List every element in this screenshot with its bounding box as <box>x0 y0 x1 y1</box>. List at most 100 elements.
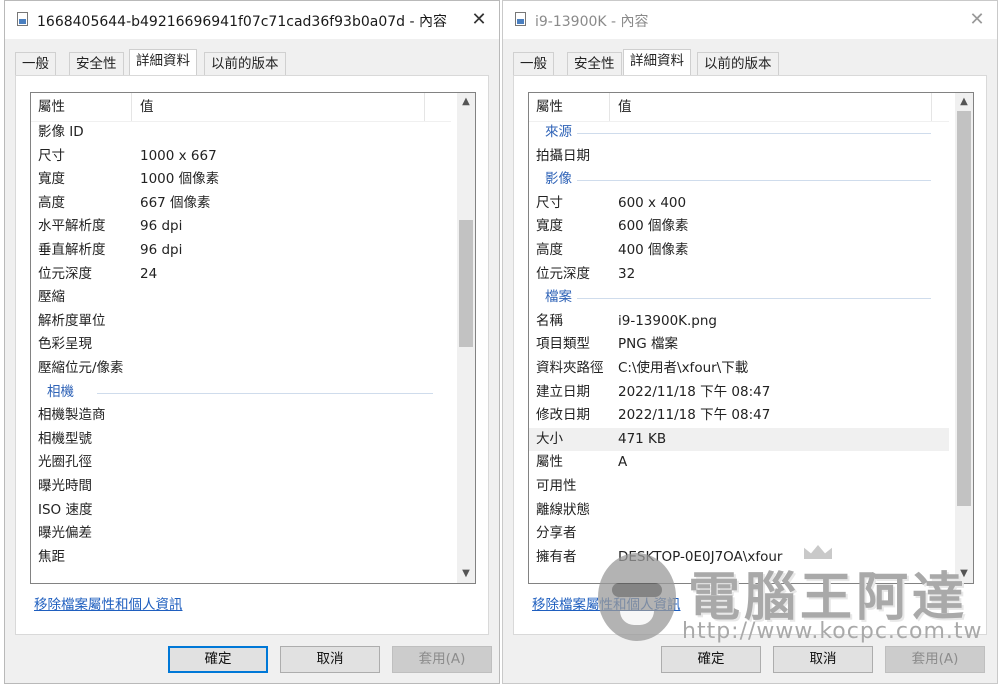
property-row[interactable]: 資料夾路徑 C:\使用者\xfour\下載 <box>529 357 949 381</box>
property-row[interactable]: 曝光時間 <box>31 475 451 499</box>
property-value: 1000 個像素 <box>140 171 220 188</box>
property-value: 600 個像素 <box>618 218 689 235</box>
property-rows: 來源拍攝日期影像 尺寸 600 x 400 寬度 600 個像素 高度 400 個像素 位元深… <box>529 121 949 569</box>
property-name: 拍攝日期 <box>536 147 590 164</box>
tab-previous-versions[interactable]: 以前的版本 <box>204 52 286 75</box>
details-panel: 屬性 值 影像 ID 尺寸 1000 x 667 寬度 1000 個像素 高度 667 個像… <box>15 75 489 635</box>
property-row[interactable]: 寬度 600 個像素 <box>529 215 949 239</box>
property-row[interactable]: 可用性 <box>529 475 949 499</box>
property-name: 分享者 <box>536 525 577 542</box>
header-property[interactable]: 屬性 <box>38 93 65 121</box>
scroll-down-icon[interactable]: ▼ <box>955 565 973 583</box>
vertical-scrollbar[interactable]: ▲ ▼ <box>955 93 973 583</box>
property-name: 高度 <box>38 194 65 211</box>
property-row[interactable]: 高度 667 個像素 <box>31 192 451 216</box>
property-row[interactable]: 相機製造商 <box>31 404 451 428</box>
property-row[interactable]: 大小 471 KB <box>529 427 949 452</box>
property-value: 2022/11/18 下午 08:47 <box>618 407 771 424</box>
property-row[interactable]: 垂直解析度 96 dpi <box>31 239 451 263</box>
property-row[interactable]: 名稱 i9-13900K.png <box>529 310 949 334</box>
remove-properties-link[interactable]: 移除檔案屬性和個人資訊 <box>532 593 681 613</box>
property-row[interactable]: 屬性 A <box>529 451 949 475</box>
property-row[interactable]: 拍攝日期 <box>529 145 949 169</box>
property-row[interactable]: 寬度 1000 個像素 <box>31 168 451 192</box>
cancel-button[interactable]: 取消 <box>280 646 380 673</box>
property-name: 相機製造商 <box>38 407 106 424</box>
properties-window-right: i9-13900K - 內容 ✕ 一般 安全性 詳細資料 以前的版本 屬性 值 … <box>502 0 998 684</box>
section-heading[interactable]: 檔案 <box>529 286 949 310</box>
property-name: 尺寸 <box>38 147 65 164</box>
property-row[interactable]: 焦距 <box>31 546 451 570</box>
property-row[interactable]: 建立日期 2022/11/18 下午 08:47 <box>529 381 949 405</box>
vertical-scrollbar[interactable]: ▲ ▼ <box>457 93 475 583</box>
property-name: ISO 速度 <box>38 501 93 518</box>
apply-button[interactable]: 套用(A) <box>392 646 492 673</box>
property-name: 相機型號 <box>38 430 92 447</box>
close-button[interactable]: ✕ <box>459 1 499 39</box>
column-divider[interactable] <box>609 93 610 121</box>
section-divider <box>97 392 433 394</box>
property-row[interactable]: 壓縮位元/像素 <box>31 357 451 381</box>
property-row[interactable]: 曝光偏差 <box>31 522 451 546</box>
property-row[interactable]: ISO 速度 <box>31 499 451 523</box>
header-value[interactable]: 值 <box>140 93 154 121</box>
section-heading[interactable]: 影像 <box>529 168 949 192</box>
title-bar[interactable]: i9-13900K - 內容 ✕ <box>503 1 997 39</box>
property-row[interactable]: 水平解析度 96 dpi <box>31 215 451 239</box>
property-name: 曝光偏差 <box>38 525 92 542</box>
tab-security[interactable]: 安全性 <box>567 52 622 75</box>
property-row[interactable]: 尺寸 600 x 400 <box>529 192 949 216</box>
property-value: 96 dpi <box>140 218 183 235</box>
details-panel: 屬性 值 來源拍攝日期影像 尺寸 600 x 400 寬度 600 個像素 高度 400 個… <box>513 75 987 635</box>
scroll-down-icon[interactable]: ▼ <box>457 565 475 583</box>
property-list[interactable]: 屬性 值 影像 ID 尺寸 1000 x 667 寬度 1000 個像素 高度 667 個像… <box>30 92 476 584</box>
tab-details[interactable]: 詳細資料 <box>129 49 197 76</box>
property-row[interactable]: 修改日期 2022/11/18 下午 08:47 <box>529 404 949 428</box>
scrollbar-thumb[interactable] <box>957 111 971 506</box>
property-row[interactable]: 高度 400 個像素 <box>529 239 949 263</box>
apply-button[interactable]: 套用(A) <box>885 646 985 673</box>
close-button[interactable]: ✕ <box>957 1 997 39</box>
scrollbar-thumb[interactable] <box>459 219 473 348</box>
title-bar[interactable]: 1668405644-b49216696941f07c71cad36f93b0a… <box>5 1 499 39</box>
section-heading[interactable]: 來源 <box>529 121 949 145</box>
property-value: 96 dpi <box>140 241 183 258</box>
property-row[interactable]: 離線狀態 <box>529 499 949 523</box>
column-divider[interactable] <box>424 93 425 121</box>
property-row[interactable]: 項目類型 PNG 檔案 <box>529 333 949 357</box>
property-row[interactable]: 尺寸 1000 x 667 <box>31 145 451 169</box>
property-row[interactable]: 擁有者 DESKTOP-0E0J7OA\xfour <box>529 546 949 570</box>
property-row[interactable]: 相機型號 <box>31 428 451 452</box>
property-row[interactable]: 光圈孔徑 <box>31 451 451 475</box>
property-row[interactable]: 解析度單位 <box>31 310 451 334</box>
property-name: 尺寸 <box>536 194 563 211</box>
property-name: 修改日期 <box>536 407 590 424</box>
scroll-up-icon[interactable]: ▲ <box>457 93 475 111</box>
property-value: 1000 x 667 <box>140 147 217 164</box>
property-row[interactable]: 分享者 <box>529 522 949 546</box>
property-row[interactable]: 影像 ID <box>31 121 451 145</box>
header-property[interactable]: 屬性 <box>536 93 563 121</box>
property-row[interactable]: 壓縮 <box>31 286 451 310</box>
property-row[interactable]: 位元深度 24 <box>31 263 451 287</box>
scroll-up-icon[interactable]: ▲ <box>955 93 973 111</box>
property-name: 高度 <box>536 241 563 258</box>
ok-button[interactable]: 確定 <box>168 646 268 673</box>
header-value[interactable]: 值 <box>618 93 632 121</box>
tab-previous-versions[interactable]: 以前的版本 <box>697 52 779 75</box>
column-divider[interactable] <box>131 93 132 121</box>
column-divider[interactable] <box>931 93 932 121</box>
tab-general[interactable]: 一般 <box>15 52 56 75</box>
tab-security[interactable]: 安全性 <box>69 52 124 75</box>
property-row[interactable]: 色彩呈現 <box>31 333 451 357</box>
cancel-button[interactable]: 取消 <box>773 646 873 673</box>
section-heading[interactable]: 相機 <box>31 381 451 405</box>
tab-details[interactable]: 詳細資料 <box>623 49 691 76</box>
tab-general[interactable]: 一般 <box>513 52 554 75</box>
ok-button[interactable]: 確定 <box>661 646 761 673</box>
property-name: 資料夾路徑 <box>536 359 604 376</box>
property-list[interactable]: 屬性 值 來源拍攝日期影像 尺寸 600 x 400 寬度 600 個像素 高度 400 個… <box>528 92 974 584</box>
property-row[interactable]: 位元深度 32 <box>529 263 949 287</box>
property-name: 壓縮位元/像素 <box>38 359 124 376</box>
remove-properties-link[interactable]: 移除檔案屬性和個人資訊 <box>34 593 183 613</box>
